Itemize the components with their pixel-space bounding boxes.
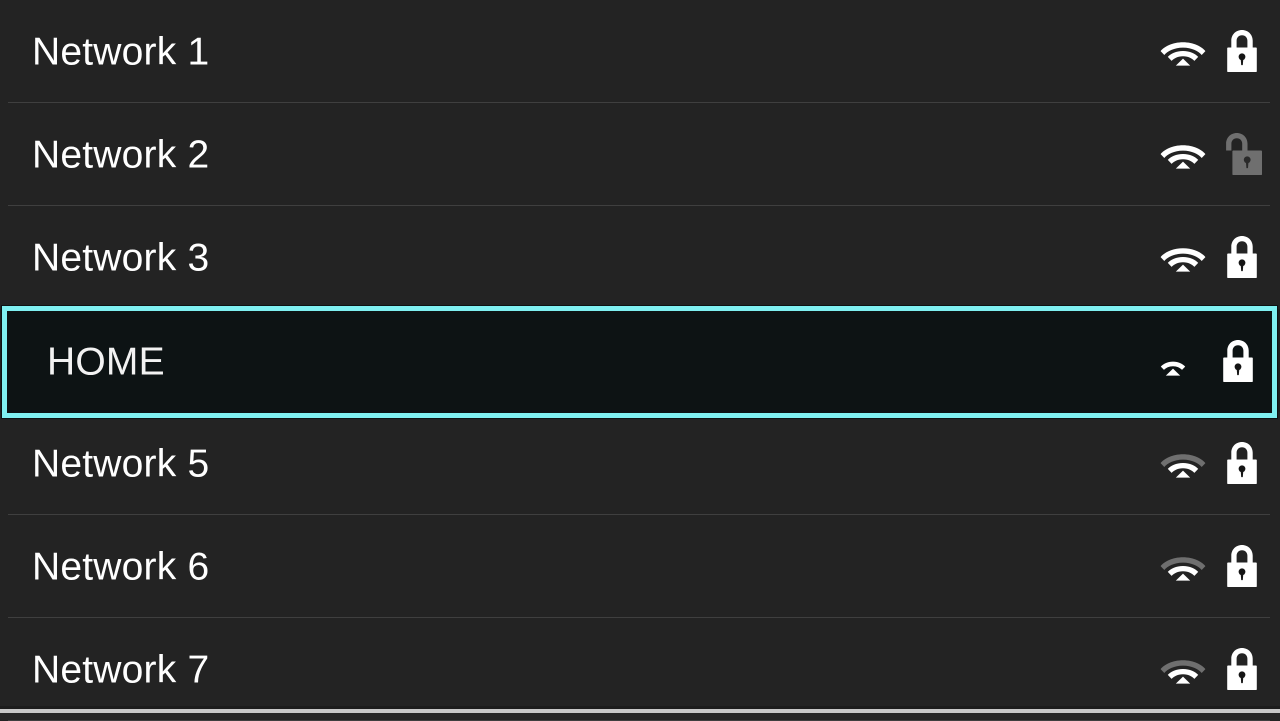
- lock-closed-icon: [1218, 338, 1258, 386]
- network-row[interactable]: Network 2: [0, 103, 1280, 206]
- wifi-network-list-screen: Network 1 Network 2 Network 3 HOME Netwo…: [0, 0, 1280, 721]
- network-row[interactable]: Network 1: [0, 0, 1280, 103]
- wifi-signal-icon: [1160, 137, 1206, 173]
- lock-closed-icon: [1222, 543, 1262, 591]
- network-row[interactable]: Network 5: [0, 412, 1280, 515]
- network-ssid-label: Network 7: [32, 648, 210, 691]
- wifi-signal-icon: [1150, 344, 1196, 380]
- network-status-icons: [1160, 28, 1262, 76]
- wifi-signal-icon: [1160, 549, 1206, 585]
- lock-closed-icon: [1222, 646, 1262, 694]
- lock-closed-icon: [1222, 28, 1262, 76]
- network-ssid-label: Network 5: [32, 442, 210, 485]
- network-ssid-label: Network 1: [32, 30, 210, 73]
- wifi-signal-icon: [1160, 652, 1206, 688]
- network-row[interactable]: Network 6: [0, 515, 1280, 618]
- network-ssid-label: Network 6: [32, 545, 210, 588]
- network-row[interactable]: Network 3: [0, 206, 1280, 309]
- lock-closed-icon: [1222, 234, 1262, 282]
- network-ssid-label: Network 3: [32, 236, 210, 279]
- network-list[interactable]: Network 1 Network 2 Network 3 HOME Netwo…: [0, 0, 1280, 721]
- network-status-icons: [1160, 646, 1262, 694]
- wifi-signal-icon: [1160, 240, 1206, 276]
- wifi-signal-icon: [1160, 34, 1206, 70]
- network-ssid-label: HOME: [47, 340, 165, 384]
- lock-open-icon: [1222, 131, 1262, 179]
- network-row-selected[interactable]: HOME: [2, 306, 1277, 418]
- network-status-icons: [1160, 543, 1262, 591]
- network-status-icons: [1160, 234, 1262, 282]
- network-status-icons: [1150, 338, 1258, 386]
- lock-closed-icon: [1222, 440, 1262, 488]
- wifi-signal-icon: [1160, 446, 1206, 482]
- network-status-icons: [1160, 131, 1262, 179]
- network-status-icons: [1160, 440, 1262, 488]
- network-ssid-label: Network 2: [32, 133, 210, 176]
- bottom-fill: [0, 713, 1280, 720]
